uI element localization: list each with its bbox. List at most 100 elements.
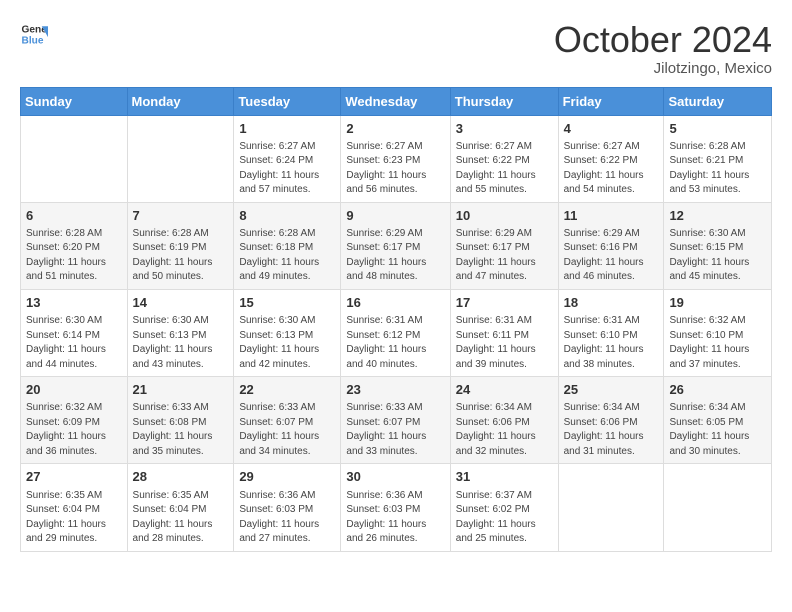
day-number: 19	[669, 294, 766, 312]
day-info: Sunrise: 6:34 AM Sunset: 6:05 PM Dayligh…	[669, 401, 766, 459]
table-row: 2 Sunrise: 6:27 AM Sunset: 6:23 PM Daylig…	[341, 115, 450, 202]
col-tuesday: Tuesday	[234, 87, 341, 115]
table-row: 13 Sunrise: 6:30 AM Sunset: 6:14 PM Dayli…	[21, 289, 128, 376]
day-info: Sunrise: 6:29 AM Sunset: 6:16 PM Dayligh…	[564, 227, 659, 285]
table-row	[21, 115, 128, 202]
table-row: 10 Sunrise: 6:29 AM Sunset: 6:17 PM Dayli…	[450, 202, 558, 289]
table-row: 29 Sunrise: 6:36 AM Sunset: 6:03 PM Dayli…	[234, 464, 341, 551]
table-row: 20 Sunrise: 6:32 AM Sunset: 6:09 PM Dayli…	[21, 377, 128, 464]
day-info: Sunrise: 6:31 AM Sunset: 6:11 PM Dayligh…	[456, 314, 553, 372]
table-row: 5 Sunrise: 6:28 AM Sunset: 6:21 PM Daylig…	[664, 115, 772, 202]
day-number: 5	[669, 120, 766, 138]
day-number: 17	[456, 294, 553, 312]
table-row: 1Sunrise: 6:27 AM Sunset: 6:24 PM Daylig…	[234, 115, 341, 202]
subtitle: Jilotzingo, Mexico	[554, 60, 772, 77]
day-info: Sunrise: 6:33 AM Sunset: 6:08 PM Dayligh…	[133, 401, 229, 459]
day-info: Sunrise: 6:34 AM Sunset: 6:06 PM Dayligh…	[564, 401, 659, 459]
table-row: 6Sunrise: 6:28 AM Sunset: 6:20 PM Daylig…	[21, 202, 128, 289]
day-info: Sunrise: 6:32 AM Sunset: 6:09 PM Dayligh…	[26, 401, 122, 459]
table-row: 18Sunrise: 6:31 AM Sunset: 6:10 PM Dayli…	[558, 289, 664, 376]
table-row: 25Sunrise: 6:34 AM Sunset: 6:06 PM Dayli…	[558, 377, 664, 464]
day-number: 1	[239, 120, 335, 138]
table-row: 4Sunrise: 6:27 AM Sunset: 6:22 PM Daylig…	[558, 115, 664, 202]
table-row: 7 Sunrise: 6:28 AM Sunset: 6:19 PM Daylig…	[127, 202, 234, 289]
day-info: Sunrise: 6:35 AM Sunset: 6:04 PM Dayligh…	[26, 489, 122, 547]
day-number: 23	[346, 381, 444, 399]
col-wednesday: Wednesday	[341, 87, 450, 115]
calendar-week-row: 1Sunrise: 6:27 AM Sunset: 6:24 PM Daylig…	[21, 115, 772, 202]
day-number: 29	[239, 468, 335, 486]
table-row: 27 Sunrise: 6:35 AM Sunset: 6:04 PM Dayli…	[21, 464, 128, 551]
day-info: Sunrise: 6:27 AM Sunset: 6:22 PM Dayligh…	[456, 140, 553, 198]
table-row: 21 Sunrise: 6:33 AM Sunset: 6:08 PM Dayli…	[127, 377, 234, 464]
day-number: 24	[456, 381, 553, 399]
day-number: 13	[26, 294, 122, 312]
day-info: Sunrise: 6:30 AM Sunset: 6:13 PM Dayligh…	[239, 314, 335, 372]
day-number: 20	[26, 381, 122, 399]
table-row: 11 Sunrise: 6:29 AM Sunset: 6:16 PM Dayli…	[558, 202, 664, 289]
day-number: 8	[239, 207, 335, 225]
title-block: October 2024 Jilotzingo, Mexico	[554, 20, 772, 77]
day-info: Sunrise: 6:27 AM Sunset: 6:23 PM Dayligh…	[346, 140, 444, 198]
day-number: 28	[133, 468, 229, 486]
table-row: 22Sunrise: 6:33 AM Sunset: 6:07 PM Dayli…	[234, 377, 341, 464]
day-info: Sunrise: 6:30 AM Sunset: 6:14 PM Dayligh…	[26, 314, 122, 372]
day-number: 21	[133, 381, 229, 399]
day-info: Sunrise: 6:27 AM Sunset: 6:22 PM Dayligh…	[564, 140, 659, 198]
day-info: Sunrise: 6:32 AM Sunset: 6:10 PM Dayligh…	[669, 314, 766, 372]
day-number: 26	[669, 381, 766, 399]
header: General Blue October 2024 Jilotzingo, Me…	[20, 20, 772, 77]
day-number: 27	[26, 468, 122, 486]
calendar-table: Sunday Monday Tuesday Wednesday Thursday…	[20, 87, 772, 552]
day-number: 31	[456, 468, 553, 486]
logo: General Blue	[20, 20, 48, 48]
day-info: Sunrise: 6:33 AM Sunset: 6:07 PM Dayligh…	[239, 401, 335, 459]
table-row: 30 Sunrise: 6:36 AM Sunset: 6:03 PM Dayli…	[341, 464, 450, 551]
col-saturday: Saturday	[664, 87, 772, 115]
day-info: Sunrise: 6:36 AM Sunset: 6:03 PM Dayligh…	[346, 489, 444, 547]
day-info: Sunrise: 6:36 AM Sunset: 6:03 PM Dayligh…	[239, 489, 335, 547]
day-info: Sunrise: 6:31 AM Sunset: 6:10 PM Dayligh…	[564, 314, 659, 372]
table-row: 9 Sunrise: 6:29 AM Sunset: 6:17 PM Daylig…	[341, 202, 450, 289]
table-row	[664, 464, 772, 551]
day-number: 30	[346, 468, 444, 486]
day-info: Sunrise: 6:28 AM Sunset: 6:18 PM Dayligh…	[239, 227, 335, 285]
day-info: Sunrise: 6:28 AM Sunset: 6:19 PM Dayligh…	[133, 227, 229, 285]
table-row: 17 Sunrise: 6:31 AM Sunset: 6:11 PM Dayli…	[450, 289, 558, 376]
day-number: 10	[456, 207, 553, 225]
day-number: 12	[669, 207, 766, 225]
col-thursday: Thursday	[450, 87, 558, 115]
day-number: 2	[346, 120, 444, 138]
logo-icon: General Blue	[20, 20, 48, 48]
day-info: Sunrise: 6:28 AM Sunset: 6:21 PM Dayligh…	[669, 140, 766, 198]
day-info: Sunrise: 6:28 AM Sunset: 6:20 PM Dayligh…	[26, 227, 122, 285]
calendar-week-row: 6Sunrise: 6:28 AM Sunset: 6:20 PM Daylig…	[21, 202, 772, 289]
col-friday: Friday	[558, 87, 664, 115]
day-number: 7	[133, 207, 229, 225]
day-number: 14	[133, 294, 229, 312]
table-row: 19 Sunrise: 6:32 AM Sunset: 6:10 PM Dayli…	[664, 289, 772, 376]
day-info: Sunrise: 6:30 AM Sunset: 6:13 PM Dayligh…	[133, 314, 229, 372]
page: General Blue October 2024 Jilotzingo, Me…	[0, 0, 792, 612]
day-number: 15	[239, 294, 335, 312]
calendar-header-row: Sunday Monday Tuesday Wednesday Thursday…	[21, 87, 772, 115]
table-row: 3Sunrise: 6:27 AM Sunset: 6:22 PM Daylig…	[450, 115, 558, 202]
day-number: 11	[564, 207, 659, 225]
table-row: 16Sunrise: 6:31 AM Sunset: 6:12 PM Dayli…	[341, 289, 450, 376]
day-info: Sunrise: 6:29 AM Sunset: 6:17 PM Dayligh…	[346, 227, 444, 285]
table-row: 14 Sunrise: 6:30 AM Sunset: 6:13 PM Dayli…	[127, 289, 234, 376]
table-row	[558, 464, 664, 551]
day-info: Sunrise: 6:35 AM Sunset: 6:04 PM Dayligh…	[133, 489, 229, 547]
col-sunday: Sunday	[21, 87, 128, 115]
table-row: 8 Sunrise: 6:28 AM Sunset: 6:18 PM Daylig…	[234, 202, 341, 289]
day-info: Sunrise: 6:29 AM Sunset: 6:17 PM Dayligh…	[456, 227, 553, 285]
day-info: Sunrise: 6:30 AM Sunset: 6:15 PM Dayligh…	[669, 227, 766, 285]
table-row: 15 Sunrise: 6:30 AM Sunset: 6:13 PM Dayli…	[234, 289, 341, 376]
main-title: October 2024	[554, 20, 772, 60]
calendar-week-row: 13 Sunrise: 6:30 AM Sunset: 6:14 PM Dayli…	[21, 289, 772, 376]
table-row: 26 Sunrise: 6:34 AM Sunset: 6:05 PM Dayli…	[664, 377, 772, 464]
day-info: Sunrise: 6:31 AM Sunset: 6:12 PM Dayligh…	[346, 314, 444, 372]
table-row: 24Sunrise: 6:34 AM Sunset: 6:06 PM Dayli…	[450, 377, 558, 464]
calendar-week-row: 27 Sunrise: 6:35 AM Sunset: 6:04 PM Dayli…	[21, 464, 772, 551]
day-number: 9	[346, 207, 444, 225]
